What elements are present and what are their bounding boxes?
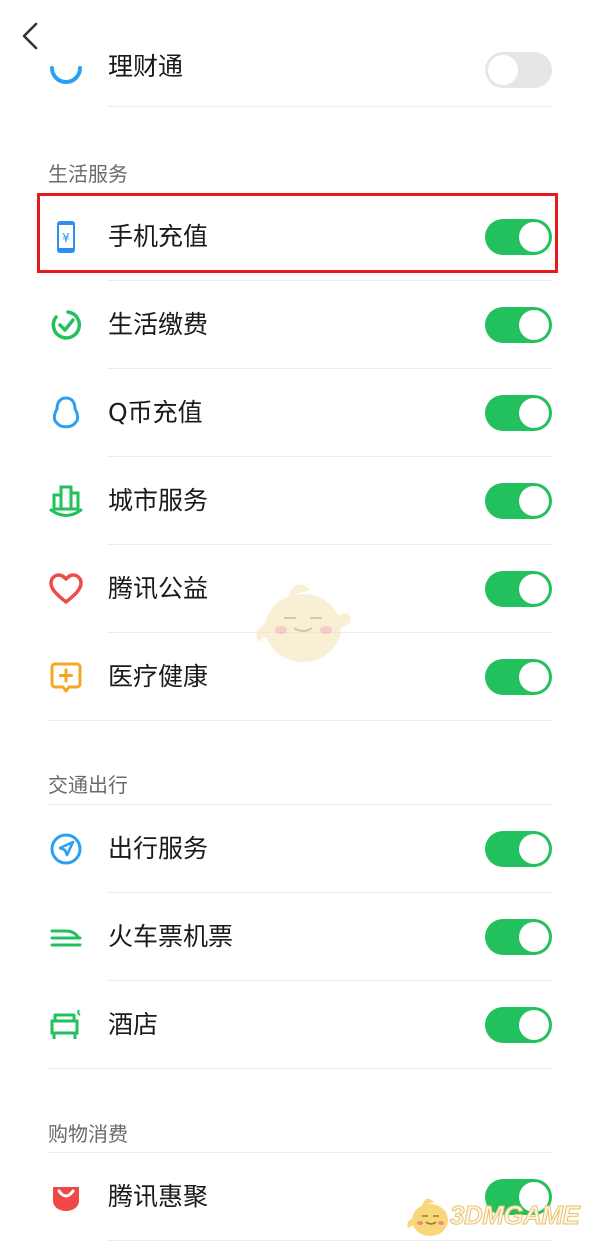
service-toggle[interactable] xyxy=(485,1007,552,1043)
service-row-train-flight[interactable]: 火车票机票 xyxy=(0,893,600,981)
service-label: 出行服务 xyxy=(108,834,209,863)
service-row-travel-services[interactable]: 出行服务 xyxy=(0,805,600,893)
service-toggle[interactable] xyxy=(485,919,552,955)
service-row-q-coin[interactable]: Q币充值 xyxy=(0,369,600,457)
service-label: 生活缴费 xyxy=(108,310,209,339)
toggle-knob xyxy=(519,662,549,692)
hotel-bed-icon xyxy=(50,1009,81,1039)
medical-cross-icon xyxy=(50,662,82,693)
penguin-icon xyxy=(52,396,80,429)
settings-screen: 理财通 生活服务 ¥ 手机充值 生活缴费 Q币充值 城市服务 腾讯公益 医疗健康… xyxy=(0,0,600,1242)
toggle-knob xyxy=(519,398,549,428)
service-row-life-payment[interactable]: 生活缴费 xyxy=(0,281,600,369)
service-label: 理财通 xyxy=(108,52,184,81)
service-label: 城市服务 xyxy=(108,486,209,515)
train-icon xyxy=(50,929,82,947)
toggle-knob xyxy=(519,574,549,604)
highlight-box xyxy=(37,193,558,273)
service-toggle[interactable] xyxy=(485,483,552,519)
row-divider xyxy=(108,106,552,107)
service-row-city-services[interactable]: 城市服务 xyxy=(0,457,600,545)
shopping-bag-icon xyxy=(53,1187,79,1211)
service-toggle[interactable] xyxy=(485,307,552,343)
service-toggle[interactable] xyxy=(485,571,552,607)
row-divider xyxy=(48,1068,552,1069)
row-divider xyxy=(48,720,552,721)
service-row-licaitong[interactable]: 理财通 xyxy=(0,22,600,110)
mascot-logo-icon xyxy=(407,1198,448,1236)
toggle-knob xyxy=(519,834,549,864)
service-label: 医疗健康 xyxy=(108,662,209,691)
service-toggle[interactable] xyxy=(485,395,552,431)
toggle-knob xyxy=(519,922,549,952)
section-header-travel: 交通出行 xyxy=(48,773,128,797)
city-building-icon xyxy=(49,485,83,517)
watermark-text: 3DMGAME xyxy=(449,1200,580,1231)
service-label: 火车票机票 xyxy=(108,922,234,951)
section-header-life: 生活服务 xyxy=(48,162,128,186)
service-label: 酒店 xyxy=(108,1010,159,1039)
service-label: 腾讯公益 xyxy=(108,574,209,603)
toggle-knob xyxy=(519,310,549,340)
service-toggle[interactable] xyxy=(485,831,552,867)
check-circle-icon xyxy=(51,310,82,340)
service-label: Q币充值 xyxy=(108,398,203,427)
service-label: 腾讯惠聚 xyxy=(108,1182,209,1211)
watermark-logo: 3DMGAME xyxy=(404,1188,600,1242)
heart-icon xyxy=(49,573,83,604)
toggle-knob xyxy=(519,486,549,516)
licaitong-icon xyxy=(50,66,82,84)
mascot-watermark-icon xyxy=(256,584,351,662)
navigation-arrow-icon xyxy=(50,833,82,865)
section-header-shopping: 购物消费 xyxy=(48,1122,128,1146)
toggle-knob xyxy=(519,1010,549,1040)
service-toggle[interactable] xyxy=(485,659,552,695)
service-toggle[interactable] xyxy=(485,52,552,88)
toggle-knob xyxy=(488,55,518,85)
service-row-hotel[interactable]: 酒店 xyxy=(0,981,600,1069)
